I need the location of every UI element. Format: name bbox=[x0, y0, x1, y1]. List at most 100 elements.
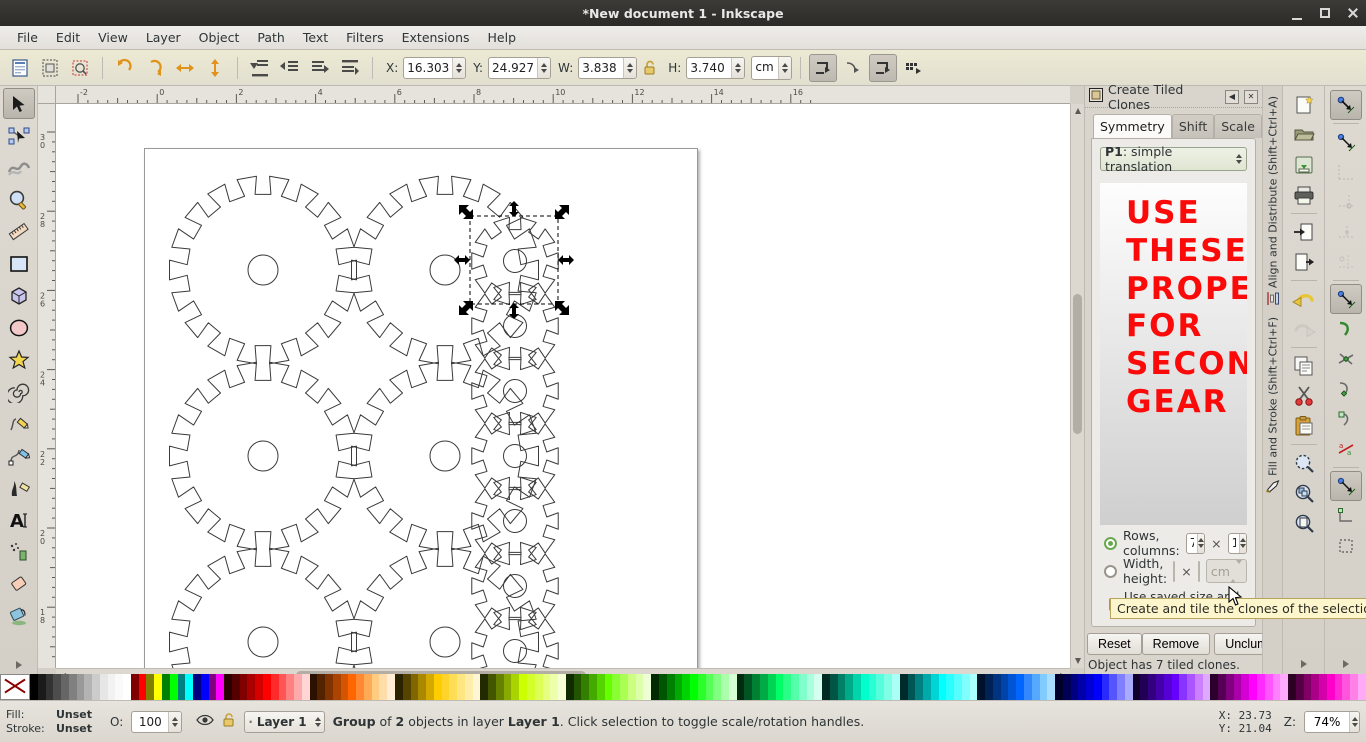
affect-move-icon[interactable] bbox=[809, 54, 837, 82]
snap-enable-icon[interactable] bbox=[1330, 90, 1362, 120]
palette-swatch[interactable] bbox=[302, 674, 310, 700]
size-unit-spinner[interactable] bbox=[1230, 564, 1242, 579]
palette-swatch[interactable] bbox=[915, 674, 923, 700]
remove-button[interactable]: Remove bbox=[1142, 633, 1211, 655]
palette-swatch[interactable] bbox=[1350, 674, 1358, 700]
palette-swatch[interactable] bbox=[1102, 674, 1110, 700]
open-document-icon[interactable] bbox=[1288, 120, 1320, 150]
eraser-tool[interactable] bbox=[3, 568, 35, 599]
palette-swatch[interactable] bbox=[667, 674, 675, 700]
affect-rounded-corners-icon[interactable] bbox=[869, 54, 897, 82]
palette-swatch[interactable] bbox=[962, 674, 970, 700]
palette-swatch[interactable] bbox=[240, 674, 248, 700]
palette-swatch[interactable] bbox=[294, 674, 302, 700]
palette-swatch[interactable] bbox=[698, 674, 706, 700]
palette-swatch[interactable] bbox=[768, 674, 776, 700]
canvas-vertical-scrollbar[interactable] bbox=[1070, 104, 1084, 668]
palette-swatch[interactable] bbox=[612, 674, 620, 700]
palette-swatch[interactable] bbox=[729, 674, 737, 700]
snap-bounding-box-icon[interactable] bbox=[1330, 127, 1362, 157]
h-input[interactable] bbox=[687, 58, 731, 78]
palette-swatch[interactable] bbox=[1319, 674, 1327, 700]
palette-swatch[interactable] bbox=[822, 674, 830, 700]
export-icon[interactable] bbox=[1288, 247, 1320, 277]
palette-swatch[interactable] bbox=[620, 674, 628, 700]
unit-selector[interactable] bbox=[751, 56, 792, 80]
palette-swatch[interactable] bbox=[1117, 674, 1125, 700]
palette-swatch[interactable] bbox=[550, 674, 558, 700]
palette-swatch[interactable] bbox=[279, 674, 287, 700]
zoom-selection-icon[interactable] bbox=[1288, 448, 1320, 478]
palette-swatch[interactable] bbox=[954, 674, 962, 700]
palette-swatch[interactable] bbox=[364, 674, 372, 700]
pencil-tool[interactable] bbox=[3, 408, 35, 439]
menu-extensions[interactable]: Extensions bbox=[393, 28, 479, 47]
palette-swatch[interactable] bbox=[488, 674, 496, 700]
palette-swatch[interactable] bbox=[1156, 674, 1164, 700]
palette-swatch[interactable] bbox=[636, 674, 644, 700]
snap-path-icon[interactable] bbox=[1330, 314, 1362, 344]
x-input[interactable] bbox=[404, 58, 452, 78]
palette-swatch[interactable] bbox=[799, 674, 807, 700]
raise-to-top-icon[interactable] bbox=[336, 54, 364, 82]
spray-tool[interactable] bbox=[3, 536, 35, 567]
snap-object-center-icon[interactable] bbox=[1330, 501, 1362, 531]
width-height-radio[interactable] bbox=[1104, 565, 1117, 578]
snap-bbox-center-icon[interactable] bbox=[1330, 247, 1362, 277]
palette-swatch[interactable] bbox=[908, 674, 916, 700]
palette-swatch[interactable] bbox=[900, 674, 908, 700]
palette-swatch[interactable] bbox=[931, 674, 939, 700]
palette-swatch[interactable] bbox=[519, 674, 527, 700]
palette-swatch[interactable] bbox=[581, 674, 589, 700]
new-document-icon[interactable] bbox=[1288, 90, 1320, 120]
spiral-tool[interactable] bbox=[3, 376, 35, 407]
palette-swatch[interactable] bbox=[1040, 674, 1048, 700]
rotate-ccw-icon[interactable] bbox=[111, 54, 139, 82]
text-tool[interactable]: A bbox=[3, 504, 35, 535]
palette-swatch[interactable] bbox=[356, 674, 364, 700]
scale-handle-horizontal[interactable] bbox=[454, 255, 470, 265]
palette-swatch[interactable] bbox=[30, 674, 38, 700]
tab-symmetry[interactable]: Symmetry bbox=[1093, 114, 1172, 138]
w-field[interactable] bbox=[578, 57, 637, 79]
palette-swatch[interactable] bbox=[286, 674, 294, 700]
palette-swatch[interactable] bbox=[737, 674, 745, 700]
reset-button[interactable]: Reset bbox=[1087, 633, 1142, 655]
maximize-button[interactable] bbox=[1318, 6, 1332, 20]
menu-edit[interactable]: Edit bbox=[47, 28, 89, 47]
palette-swatch[interactable] bbox=[247, 674, 255, 700]
columns-spinner[interactable] bbox=[1239, 534, 1246, 553]
palette-swatch[interactable] bbox=[325, 674, 333, 700]
palette-swatch[interactable] bbox=[108, 674, 116, 700]
paste-icon[interactable] bbox=[1288, 411, 1320, 441]
palette-swatch[interactable] bbox=[558, 674, 566, 700]
palette-swatch[interactable] bbox=[939, 674, 947, 700]
zoom-drawing-icon[interactable] bbox=[1288, 478, 1320, 508]
palette-swatch[interactable] bbox=[92, 674, 100, 700]
scale-handle[interactable] bbox=[459, 205, 473, 219]
palette-swatch[interactable] bbox=[675, 674, 683, 700]
menu-path[interactable]: Path bbox=[248, 28, 293, 47]
scroll-down-icon[interactable] bbox=[1071, 654, 1085, 668]
palette-swatch[interactable] bbox=[869, 674, 877, 700]
palette-swatch[interactable] bbox=[721, 674, 729, 700]
dock-tab-fill-and-stroke[interactable]: Fill and Stroke (Shift+Ctrl+F) bbox=[1264, 313, 1282, 497]
save-document-icon[interactable] bbox=[1288, 150, 1320, 180]
palette-swatch[interactable] bbox=[776, 674, 784, 700]
palette-swatch[interactable] bbox=[543, 674, 551, 700]
palette-swatch[interactable] bbox=[566, 674, 574, 700]
y-input[interactable] bbox=[489, 58, 537, 78]
snap-bbox-edge-mid-icon[interactable] bbox=[1330, 217, 1362, 247]
scale-handle-vertical[interactable] bbox=[509, 201, 519, 217]
palette-swatch[interactable] bbox=[504, 674, 512, 700]
palette-swatch[interactable] bbox=[209, 674, 217, 700]
palette-swatch[interactable] bbox=[1148, 674, 1156, 700]
palette-swatch[interactable] bbox=[791, 674, 799, 700]
opacity-input[interactable] bbox=[132, 712, 168, 732]
selection-handles[interactable] bbox=[56, 104, 610, 634]
palette-swatch[interactable] bbox=[993, 674, 1001, 700]
scale-handle-horizontal[interactable] bbox=[558, 255, 574, 265]
palette-swatch[interactable] bbox=[1016, 674, 1024, 700]
palette-swatch[interactable] bbox=[845, 674, 853, 700]
palette-swatch[interactable] bbox=[473, 674, 481, 700]
